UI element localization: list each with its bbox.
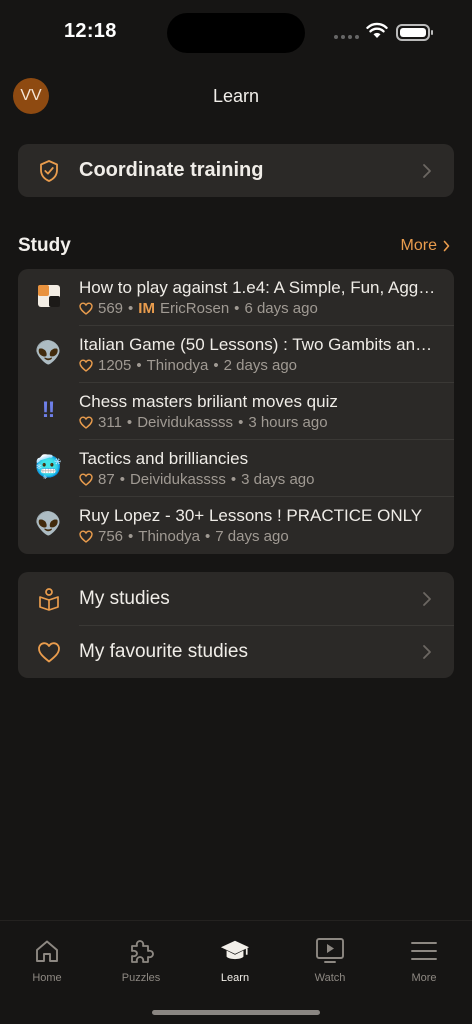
favourite-studies-label: My favourite studies [79,641,248,662]
cold-face-icon: 🥶 [34,453,63,479]
study-time: 7 days ago [215,528,289,545]
study-title: Ruy Lopez - 30+ Lessons ! PRACTICE ONLY [79,506,423,525]
heart-icon [79,473,93,486]
study-meta: 1205 • Thinodya • 2 days ago [79,357,297,374]
meta-separator: • [205,528,211,545]
status-time: 12:18 [64,20,117,42]
study-meta: 87 • Deividukassss • 3 days ago [79,471,314,488]
tab-label: Home [32,972,62,984]
study-likes: 569 [98,300,124,317]
study-time: 6 days ago [244,300,318,317]
study-item[interactable]: 👽 Ruy Lopez - 30+ Lessons ! PRACTICE ONL… [18,497,454,554]
study-meta: 756 • Thinodya • 7 days ago [79,528,289,545]
study-section-heading: Study [18,235,71,256]
meta-separator: • [119,471,125,488]
chessboard-icon [36,283,61,308]
tab-label: Puzzles [121,972,161,984]
heart-icon [79,416,93,429]
study-author: EricRosen [159,300,230,317]
meta-separator: • [128,300,134,317]
meta-separator: • [126,414,133,431]
coordinate-training-row[interactable]: Coordinate training [18,144,454,197]
tab-learn[interactable]: Learn [188,936,282,984]
double-exclamation-icon: ‼ [41,396,56,422]
book-person-icon [37,587,61,611]
study-likes: 311 [98,414,122,431]
study-more-link[interactable]: More [401,237,450,255]
study-likes: 87 [98,471,115,488]
study-item[interactable]: 🥶 Tactics and brilliancies 87 • Deividuk… [18,440,454,497]
study-list: How to play against 1.e4: A Simple, Fun,… [18,269,454,554]
study-time: 2 days ago [223,357,298,374]
meta-separator: • [136,357,142,374]
study-title: Chess masters briliant moves quiz [79,392,338,411]
study-item[interactable]: 👽 Italian Game (50 Lessons) : Two Gambit… [18,326,454,383]
my-studies-row[interactable]: My studies [18,572,454,625]
alien-icon: 👽 [34,510,63,536]
title-badge: IM [138,300,155,317]
chevron-right-icon [423,591,431,606]
study-time: 3 days ago [241,471,315,488]
study-time: 3 hours ago [248,414,328,431]
my-studies-card: My studies My favourite studies [18,572,454,678]
tab-label: Watch [314,972,346,984]
meta-separator: • [230,471,237,488]
study-likes: 1205 [98,357,132,374]
chevron-right-icon [443,240,450,252]
chevron-right-icon [423,645,431,659]
tab-more[interactable]: More [377,936,471,984]
my-studies-label: My studies [79,587,170,609]
coordinate-training-label: Coordinate training [79,159,264,181]
meta-separator: • [128,528,134,545]
tab-label: Learn [220,972,250,984]
coordinate-training-card[interactable]: Coordinate training [18,144,454,197]
wifi-icon [366,22,388,38]
meta-separator: • [238,414,244,431]
meta-separator: • [213,357,219,374]
home-indicator [152,1010,320,1015]
tab-label: More [411,972,437,984]
study-author: Deividukassss [129,471,226,488]
meta-separator: • [234,300,240,317]
tab-puzzles[interactable]: Puzzles [94,936,188,984]
graduation-cap-icon [220,936,250,966]
study-title: Italian Game (50 Lessons) : Two Gambits … [79,335,439,354]
cellular-signal-icon [334,35,359,39]
more-link-label: More [400,237,437,254]
study-meta: 311 • Deividukassss • 3 hours ago [79,414,328,431]
tv-play-icon [315,936,345,966]
home-icon [32,936,62,966]
menu-icon [409,936,439,966]
study-meta: 569 • IM EricRosen • 6 days ago [79,300,318,317]
battery-icon [396,24,433,41]
study-item[interactable]: How to play against 1.e4: A Simple, Fun,… [18,269,454,326]
chevron-right-icon [423,163,431,178]
tab-watch[interactable]: Watch [283,936,377,984]
study-title: Tactics and brilliancies [79,449,249,468]
heart-icon [79,530,93,543]
heart-icon [79,302,93,315]
tab-bar: Home Puzzles Learn Watch More [0,920,472,1024]
dynamic-island [167,13,305,53]
study-item[interactable]: ‼ Chess masters briliant moves quiz 311 … [18,383,454,440]
tab-home[interactable]: Home [0,936,94,984]
heart-icon [79,359,93,372]
page-title: Learn [212,86,260,106]
study-likes: 756 [98,528,124,545]
study-author: Thinodya [146,357,209,374]
study-author: Deividukassss [137,414,234,431]
status-bar: 12:18 [0,0,472,64]
study-author: Thinodya [138,528,201,545]
shield-check-icon [37,159,61,183]
study-title: How to play against 1.e4: A Simple, Fun,… [79,278,439,297]
puzzle-icon [126,936,156,966]
alien-icon: 👽 [34,339,63,365]
favourite-studies-row[interactable]: My favourite studies [38,625,454,678]
heart-icon [37,640,61,664]
